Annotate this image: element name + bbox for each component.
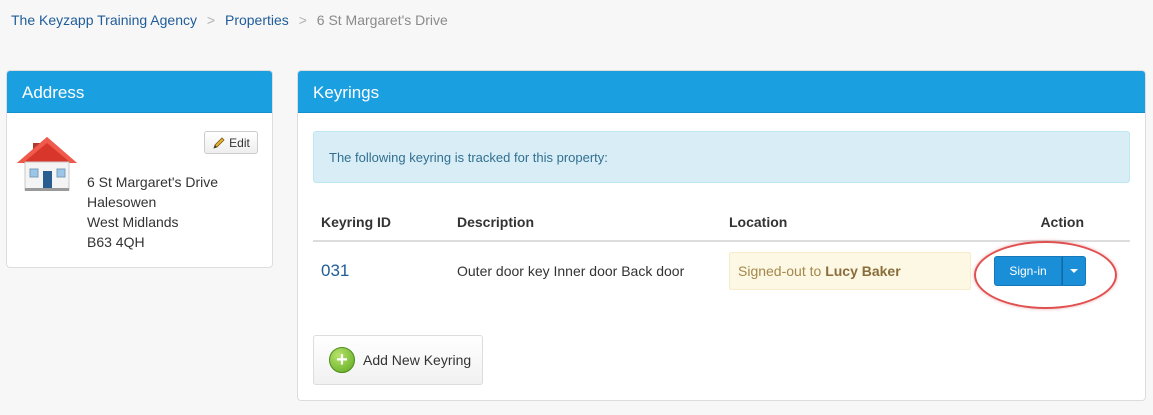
action-button-group: Sign-in: [994, 255, 1086, 286]
keyrings-panel-title: Keyrings: [298, 71, 1145, 113]
location-badge: Signed-out to Lucy Baker: [729, 251, 971, 290]
address-line: West Midlands: [87, 214, 179, 230]
address-line: B63 4QH: [87, 234, 145, 250]
breadcrumb-properties[interactable]: Properties: [225, 12, 289, 28]
plus-icon: +: [329, 347, 355, 373]
address-line: 6 St Margaret's Drive: [87, 174, 219, 190]
keyring-info-alert: The following keyring is tracked for thi…: [313, 131, 1130, 183]
edit-label: Edit: [229, 135, 250, 150]
breadcrumb-separator: >: [298, 12, 307, 28]
address-lines: 6 St Margaret's Drive Halesowen West Mid…: [87, 172, 218, 252]
address-panel-title: Address: [7, 71, 272, 113]
column-header-id: Keyring ID: [313, 201, 449, 242]
add-new-keyring-button[interactable]: + Add New Keyring: [313, 335, 483, 385]
location-person: Lucy Baker: [825, 262, 901, 279]
keyring-description: Outer door key Inner door Back door: [457, 262, 685, 279]
action-dropdown-toggle[interactable]: [1062, 255, 1086, 286]
column-header-location: Location: [721, 201, 979, 242]
keyrings-panel: Keyrings The following keyring is tracke…: [297, 70, 1146, 401]
breadcrumb: The Keyzapp Training Agency > Properties…: [11, 12, 448, 28]
top-bar: The Keyzapp Training Agency > Properties…: [0, 0, 1153, 42]
keyrings-table: Keyring ID Description Location Action 0…: [313, 201, 1130, 299]
pencil-icon: [213, 136, 225, 149]
address-panel: Address Edit 6 St Margaret's Drive Hales…: [6, 70, 273, 268]
house-icon: [17, 137, 77, 191]
caret-down-icon: [1070, 268, 1078, 273]
sign-in-button[interactable]: Sign-in: [994, 255, 1062, 286]
address-line: Halesowen: [87, 194, 157, 210]
column-header-description: Description: [449, 201, 721, 242]
edit-address-button[interactable]: Edit: [204, 131, 258, 154]
keyring-id-link[interactable]: 031: [321, 261, 349, 280]
add-keyring-label: Add New Keyring: [363, 352, 472, 368]
breadcrumb-separator: >: [206, 12, 216, 28]
breadcrumb-agency[interactable]: The Keyzapp Training Agency: [11, 12, 197, 28]
location-prefix: Signed-out to: [738, 262, 822, 279]
table-row: 031 Outer door key Inner door Back door …: [313, 241, 1130, 299]
column-header-action: Action: [979, 201, 1130, 242]
breadcrumb-current: 6 St Margaret's Drive: [316, 12, 448, 28]
